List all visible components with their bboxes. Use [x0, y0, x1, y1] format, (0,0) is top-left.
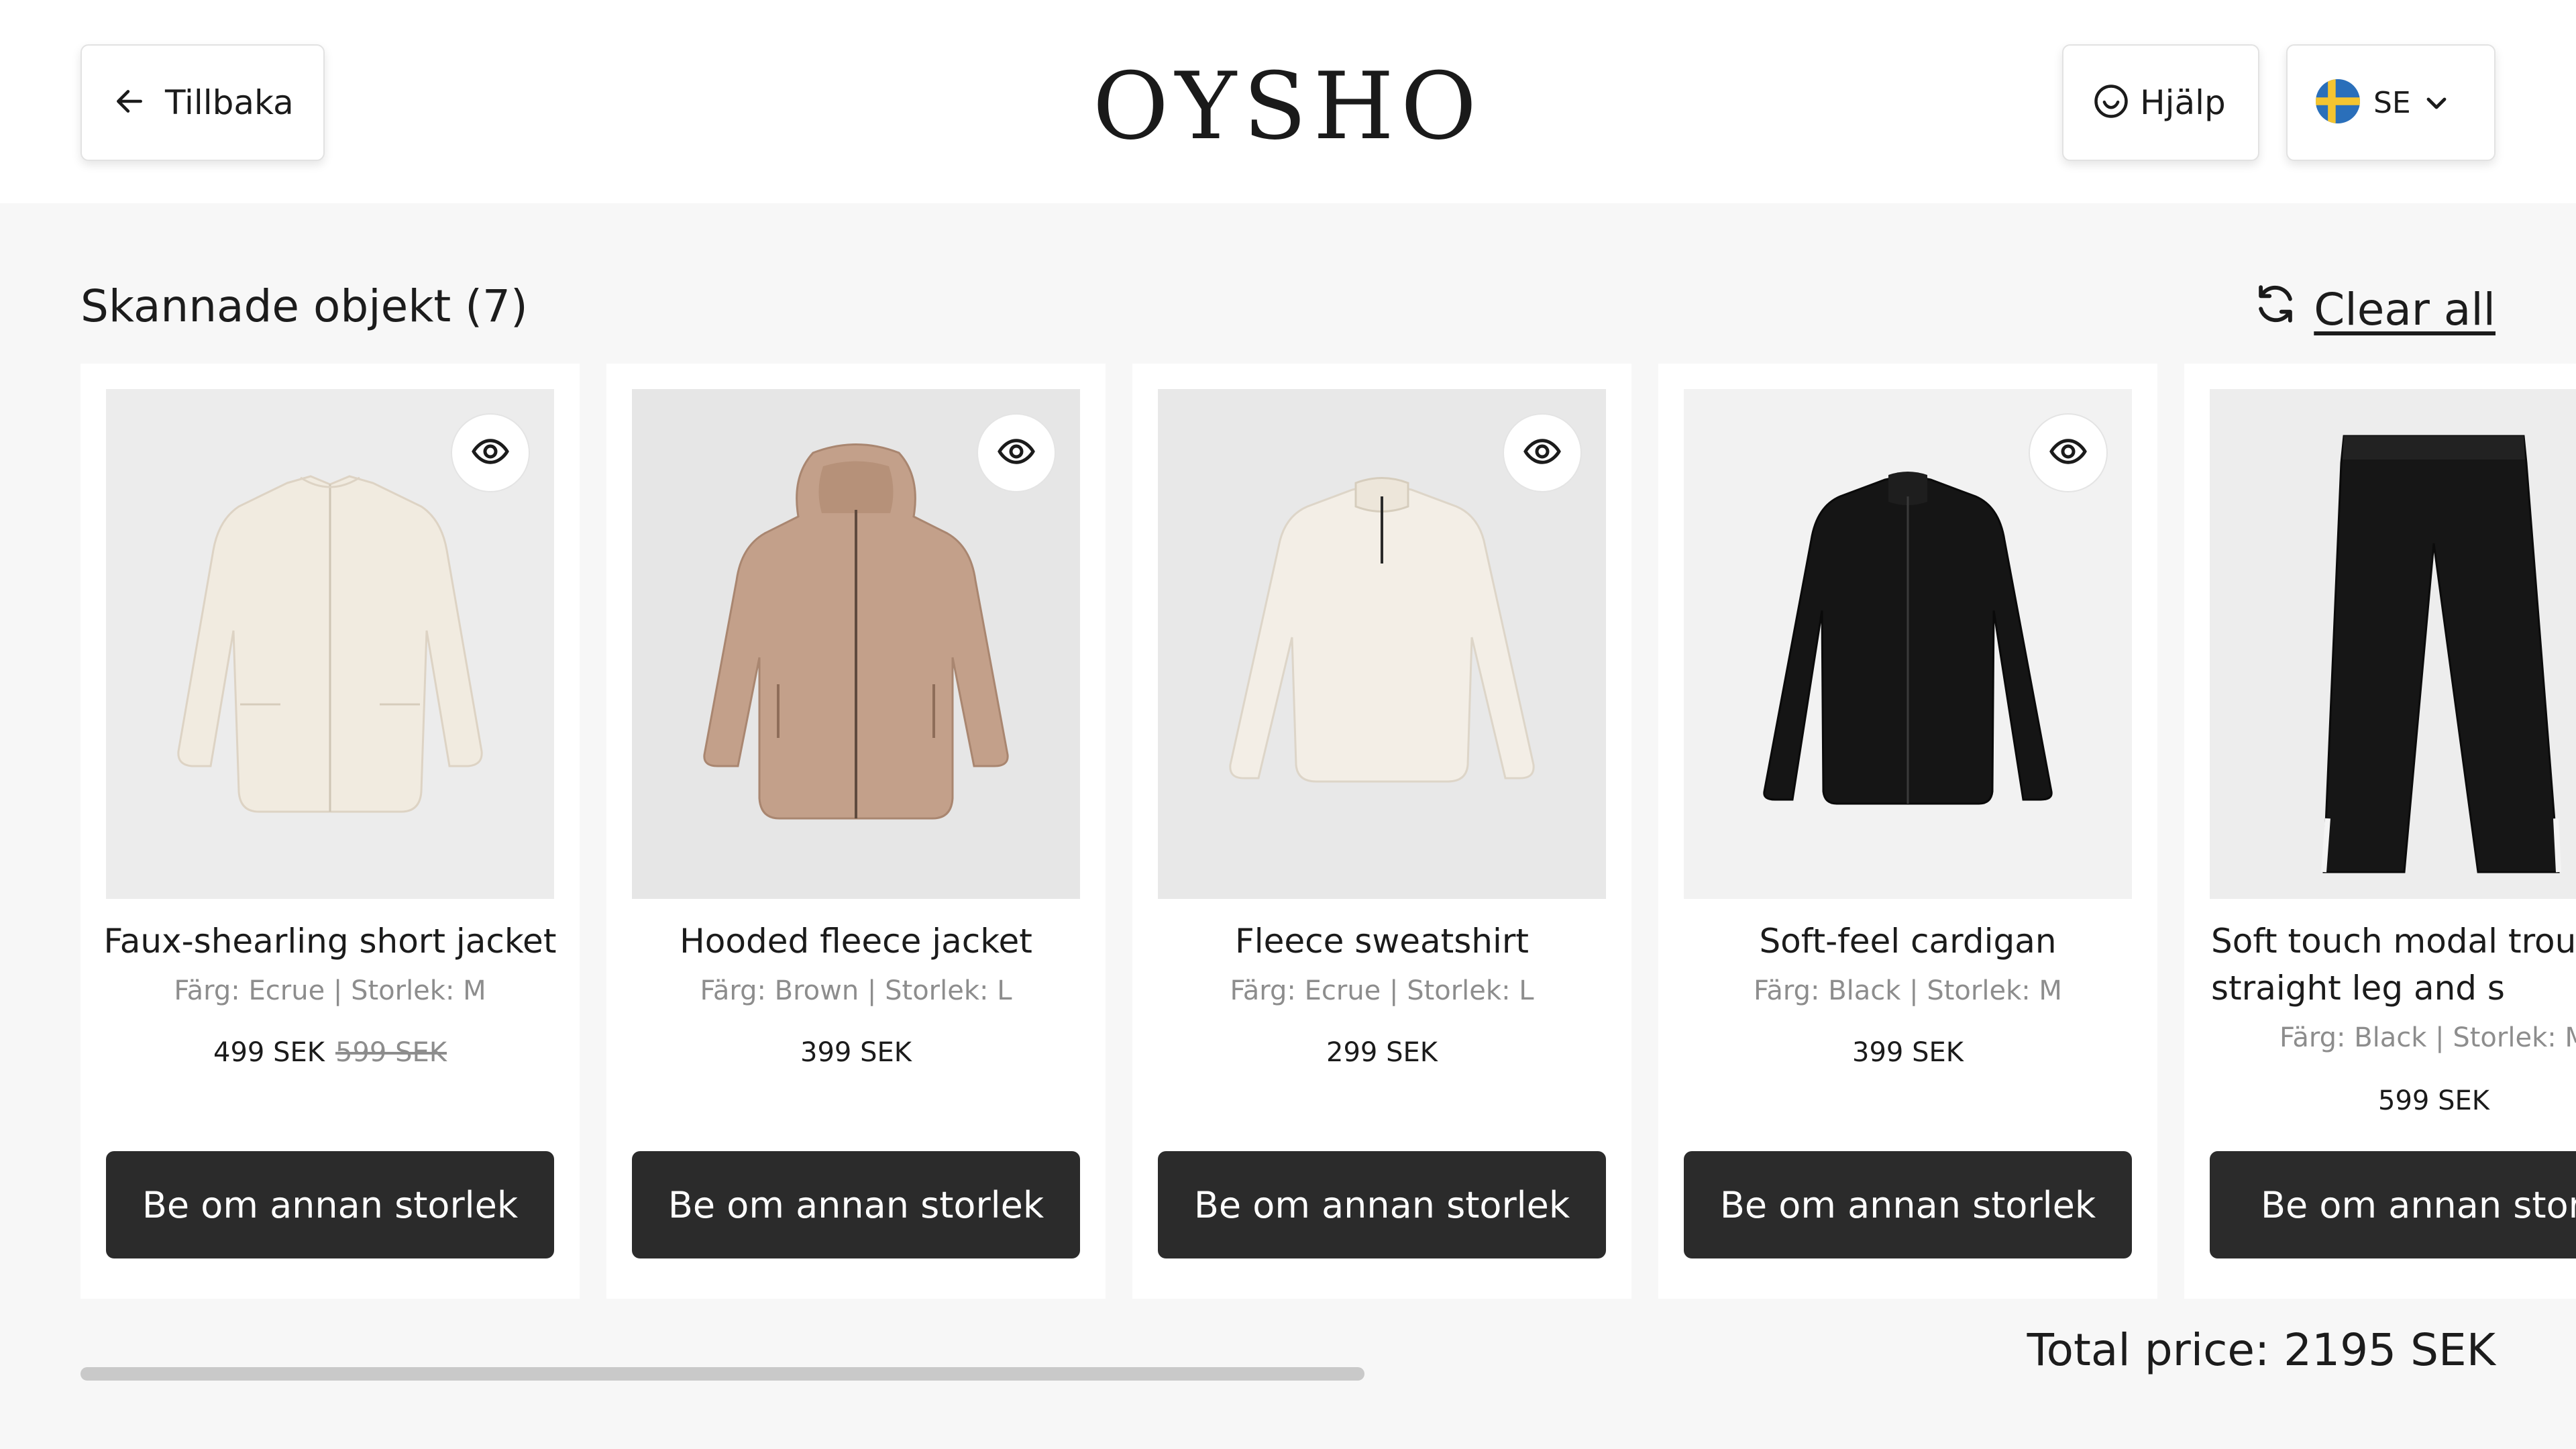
request-other-size-button[interactable]: Be om annan storlek	[106, 1151, 554, 1258]
product-card: Faux-shearling short jacket Färg: Ecrue …	[80, 364, 580, 1299]
language-code: SE	[2373, 85, 2411, 120]
product-name: Soft touch modal trou with straight leg …	[2211, 922, 2576, 1008]
product-color-size: Färg: Brown | Storlek: L	[700, 975, 1012, 1006]
top-bar: Tillbaka OYSHO Hjälp SE	[0, 0, 2576, 203]
product-price-row: 599 SEK	[2191, 1085, 2576, 1116]
horizontal-scrollbar[interactable]	[80, 1367, 1364, 1381]
request-other-size-button[interactable]: Be om annan storlek	[1158, 1151, 1606, 1258]
product-image	[632, 389, 1080, 899]
product-name: Fleece sweatshirt	[1234, 922, 1529, 961]
smiley-icon	[2093, 83, 2129, 122]
scanned-items-title: Skannade objekt (7)	[80, 280, 528, 332]
product-price-row: 399 SEK	[613, 1037, 1099, 1068]
scanned-items-carousel[interactable]: Faux-shearling short jacket Färg: Ecrue …	[80, 364, 2576, 1299]
product-card: Fleece sweatshirt Färg: Ecrue | Storlek:…	[1132, 364, 1631, 1299]
product-image	[1158, 389, 1606, 899]
product-price: 599 SEK	[2378, 1085, 2489, 1116]
product-card: Soft-feel cardigan Färg: Black | Storlek…	[1658, 364, 2157, 1299]
quick-view-button[interactable]	[451, 413, 530, 492]
product-image	[2210, 389, 2576, 899]
eye-icon	[1522, 431, 1562, 474]
total-price: Total price: 2195 SEK	[2027, 1324, 2496, 1376]
product-image	[1684, 389, 2132, 899]
help-button[interactable]: Hjälp	[2062, 44, 2259, 161]
product-price: 299 SEK	[1326, 1037, 1438, 1068]
clear-all-label: Clear all	[2314, 283, 2496, 335]
language-selector[interactable]: SE	[2286, 44, 2496, 161]
refresh-icon	[2252, 280, 2299, 338]
product-color-size: Färg: Ecrue | Storlek: L	[1230, 975, 1534, 1006]
sweden-flag-icon	[2316, 79, 2360, 126]
request-other-size-button[interactable]: Be om annan storlek	[2210, 1151, 2576, 1258]
product-price-row: 299 SEK	[1139, 1037, 1625, 1068]
product-color-size: Färg: Ecrue | Storlek: M	[174, 975, 486, 1006]
product-card: Soft touch modal trou with straight leg …	[2184, 364, 2576, 1299]
product-color-size: Färg: Black | Storlek: M	[2279, 1022, 2576, 1053]
request-other-size-button[interactable]: Be om annan storlek	[1684, 1151, 2132, 1258]
product-name: Soft-feel cardigan	[1759, 922, 2057, 961]
request-other-size-button[interactable]: Be om annan storlek	[632, 1151, 1080, 1258]
product-old-price: 599 SEK	[335, 1037, 447, 1068]
help-button-label: Hjälp	[2140, 83, 2226, 122]
product-color-size: Färg: Black | Storlek: M	[1754, 975, 2062, 1006]
product-image	[106, 389, 554, 899]
quick-view-button[interactable]	[2029, 413, 2108, 492]
clear-all-button[interactable]: Clear all	[2252, 280, 2496, 338]
product-price: 499 SEK	[213, 1037, 325, 1068]
product-name: Hooded fleece jacket	[680, 922, 1032, 961]
quick-view-button[interactable]	[1503, 413, 1582, 492]
product-name: Faux-shearling short jacket	[103, 922, 557, 961]
product-price: 399 SEK	[1852, 1037, 1964, 1068]
eye-icon	[2048, 431, 2088, 474]
product-price: 399 SEK	[800, 1037, 912, 1068]
product-card: Hooded fleece jacket Färg: Brown | Storl…	[606, 364, 1106, 1299]
eye-icon	[470, 431, 511, 474]
eye-icon	[996, 431, 1036, 474]
chevron-down-icon	[2420, 87, 2453, 122]
product-price-row: 499 SEK 599 SEK	[87, 1037, 573, 1068]
product-price-row: 399 SEK	[1665, 1037, 2151, 1068]
quick-view-button[interactable]	[977, 413, 1056, 492]
